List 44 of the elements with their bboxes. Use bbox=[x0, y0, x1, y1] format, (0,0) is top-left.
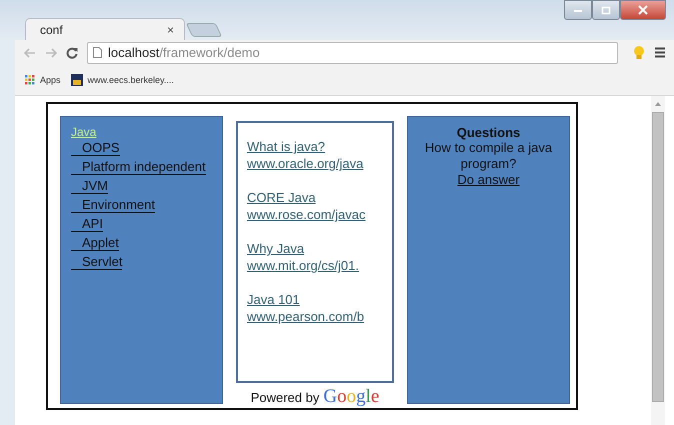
result-title-link[interactable]: CORE Java bbox=[247, 190, 316, 205]
new-tab-button[interactable] bbox=[186, 23, 222, 37]
menu-icon[interactable] bbox=[654, 47, 666, 58]
nav-link[interactable]: OOPS bbox=[71, 140, 120, 156]
result-url-link[interactable]: www.rose.com/javac bbox=[247, 207, 366, 222]
bookmark[interactable]: www.eecs.berkeley.... bbox=[70, 74, 174, 86]
lightbulb-icon[interactable] bbox=[633, 44, 645, 60]
apps-grid-icon bbox=[25, 75, 35, 85]
reload-icon[interactable] bbox=[66, 46, 78, 58]
maximize-icon bbox=[601, 6, 611, 14]
nav-link[interactable]: API bbox=[71, 216, 103, 232]
browser-tab[interactable]: conf × bbox=[25, 18, 185, 40]
scrollbar[interactable] bbox=[651, 96, 665, 425]
back-icon[interactable] bbox=[24, 48, 36, 58]
nav-link[interactable]: Environment bbox=[71, 197, 155, 213]
nav-link[interactable]: Applet bbox=[71, 235, 119, 251]
result-title-link[interactable]: What is java? bbox=[247, 139, 326, 154]
bookmark[interactable]: Apps bbox=[25, 75, 61, 85]
scrollbar-thumb[interactable] bbox=[652, 112, 664, 402]
powered-by-text: Powered by bbox=[250, 390, 320, 405]
nav-link[interactable]: Platform independent bbox=[71, 159, 206, 175]
close-icon bbox=[638, 5, 648, 15]
question-text: How to compile a java program? bbox=[424, 140, 554, 172]
questions-title: Questions bbox=[456, 125, 520, 140]
scroll-up-icon[interactable] bbox=[655, 102, 661, 106]
nav-link[interactable]: Servlet bbox=[71, 254, 122, 270]
nav-link[interactable]: JVM bbox=[71, 178, 108, 194]
answer-link[interactable]: Do answer bbox=[457, 172, 520, 187]
result-url-link[interactable]: www.mit.org/cs/j01. bbox=[247, 258, 359, 273]
result-url-link[interactable]: www.pearson.com/b bbox=[247, 309, 364, 324]
site-favicon-icon bbox=[70, 74, 83, 86]
maximize-button[interactable] bbox=[592, 0, 620, 20]
close-tab-button[interactable]: × bbox=[166, 22, 174, 36]
forward-icon[interactable] bbox=[45, 48, 57, 58]
close-window-button[interactable] bbox=[620, 0, 666, 20]
result-title-link[interactable]: Why Java bbox=[247, 241, 304, 256]
address-bar[interactable]: localhost/framework/demo bbox=[87, 42, 618, 64]
result-url-link[interactable]: www.oracle.org/java bbox=[247, 156, 364, 171]
result-title-link[interactable]: Java 101 bbox=[247, 292, 300, 307]
tab-title: conf bbox=[40, 22, 63, 36]
minimize-icon bbox=[573, 7, 583, 13]
google-logo: Google bbox=[323, 386, 380, 408]
minimize-button[interactable] bbox=[564, 0, 592, 20]
page-icon bbox=[93, 47, 102, 58]
